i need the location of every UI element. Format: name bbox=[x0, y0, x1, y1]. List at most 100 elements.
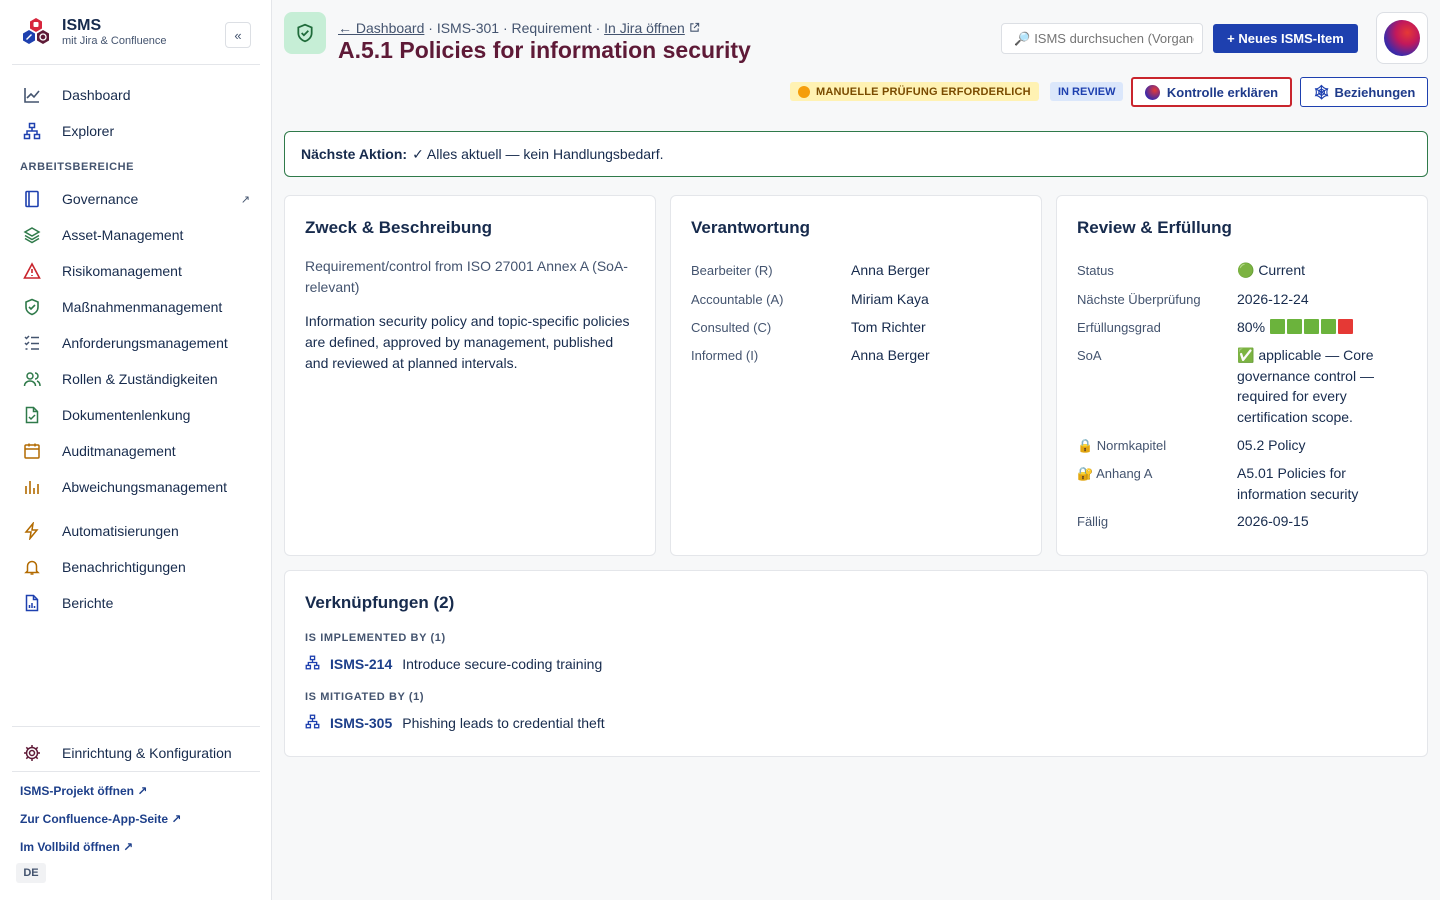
next-action-banner: Nächste Aktion: ✓ Alles aktuell — kein H… bbox=[284, 131, 1428, 177]
raci-label: Bearbeiter (R) bbox=[691, 263, 773, 278]
sidebar-item-dashboard[interactable]: Dashboard bbox=[12, 79, 260, 111]
isms-logo-icon bbox=[20, 16, 52, 48]
sidebar-item-label: Einrichtung & Konfiguration bbox=[62, 745, 232, 761]
link-item[interactable]: ISMS-214 Introduce secure-coding trainin… bbox=[305, 655, 602, 673]
manual-review-badge: MANUELLE PRÜFUNG ERFORDERLICH bbox=[790, 82, 1039, 101]
network-icon: 🕸 bbox=[1312, 83, 1331, 100]
soa-value: ✅ applicable — Core governance control —… bbox=[1237, 347, 1374, 425]
review-card: Review & Erfüllung Status 🟢 Current Näch… bbox=[1056, 195, 1428, 556]
annex-label: 🔐 Anhang A bbox=[1077, 466, 1153, 481]
open-in-jira-link[interactable]: In Jira öffnen bbox=[604, 20, 685, 36]
sidebar: ISMS mit Jira & Confluence « Dashboard E… bbox=[0, 0, 272, 900]
links-card: Verknüpfungen (2) IS IMPLEMENTED BY (1) … bbox=[284, 570, 1428, 757]
sidebar-item-reports[interactable]: Berichte bbox=[12, 587, 260, 619]
raci-value: Tom Richter bbox=[851, 319, 926, 335]
responsibility-card: Verantwortung Bearbeiter (R) Anna Berger… bbox=[670, 195, 1042, 556]
fulfilment-label: Erfüllungsgrad bbox=[1077, 320, 1161, 335]
calendar-icon bbox=[22, 441, 42, 461]
annex-value: A5.01 Policies for information security bbox=[1237, 465, 1359, 502]
shield-check-icon bbox=[22, 297, 42, 317]
card-title: Verantwortung bbox=[691, 218, 811, 237]
status-label: Status bbox=[1077, 263, 1114, 278]
raci-label: Accountable (A) bbox=[691, 292, 784, 307]
avatar[interactable] bbox=[1376, 12, 1428, 64]
sidebar-item-automation[interactable]: Automatisierungen bbox=[12, 515, 260, 547]
sidebar-item-label: Governance bbox=[62, 191, 139, 207]
chapter-value: 05.2 Policy bbox=[1237, 437, 1306, 453]
layers-icon bbox=[22, 225, 42, 245]
status-dot-icon bbox=[798, 85, 810, 98]
book-icon bbox=[22, 189, 42, 209]
confluence-app-link[interactable]: Zur Confluence-App-Seite ↗ bbox=[20, 812, 181, 826]
raci-label: Consulted (C) bbox=[691, 320, 772, 335]
fullscreen-link[interactable]: Im Vollbild öffnen ↗ bbox=[20, 840, 133, 854]
sidebar-item-label: Rollen & Zuständigkeiten bbox=[62, 371, 218, 387]
sidebar-item-setup[interactable]: Einrichtung & Konfiguration bbox=[12, 737, 260, 769]
sidebar-item-asset-management[interactable]: Asset-Management bbox=[12, 219, 260, 251]
purpose-card: Zweck & Beschreibung Requirement/control… bbox=[284, 195, 656, 556]
progress-square-filled bbox=[1287, 319, 1303, 334]
sidebar-item-governance[interactable]: Governance ↗ bbox=[12, 183, 260, 215]
sidebar-item-notifications[interactable]: Benachrichtigungen bbox=[12, 551, 260, 583]
sidebar-item-audit[interactable]: Auditmanagement bbox=[12, 435, 260, 467]
sidebar-item-label: Risikomanagement bbox=[62, 263, 182, 279]
relations-label: Beziehungen bbox=[1334, 84, 1416, 100]
sidebar-item-label: Anforderungsmanagement bbox=[62, 335, 228, 351]
issue-key-type: · ISMS-301 · Requirement · bbox=[424, 20, 605, 36]
sidebar-item-deviations[interactable]: Abweichungsmanagement bbox=[12, 471, 260, 503]
back-to-dashboard-link[interactable]: ← Dashboard bbox=[338, 20, 424, 36]
linked-issue-summary: Introduce secure-coding training bbox=[402, 656, 603, 672]
sidebar-item-label: Benachrichtigungen bbox=[62, 559, 186, 575]
raci-value: Anna Berger bbox=[851, 262, 930, 278]
status-badge: IN REVIEW bbox=[1050, 82, 1124, 101]
sidebar-item-requirements[interactable]: Anforderungsmanagement bbox=[12, 327, 260, 359]
sidebar-item-roles[interactable]: Rollen & Zuständigkeiten bbox=[12, 363, 260, 395]
open-isms-project-link[interactable]: ISMS-Projekt öffnen ↗ bbox=[20, 784, 147, 798]
sidebar-divider bbox=[12, 726, 260, 727]
search-input[interactable] bbox=[1034, 31, 1195, 46]
new-isms-item-button[interactable]: + Neues ISMS-Item bbox=[1213, 24, 1358, 53]
warning-icon bbox=[22, 261, 42, 281]
next-action-text: ✓ Alles aktuell — kein Handlungsbedarf. bbox=[412, 145, 664, 162]
breadcrumb: ← Dashboard · ISMS-301 · Requirement · I… bbox=[338, 20, 700, 36]
external-link-icon bbox=[689, 20, 700, 36]
relations-button[interactable]: 🕸 Beziehungen bbox=[1300, 77, 1428, 107]
progress-square-filled bbox=[1270, 319, 1286, 334]
sidebar-item-measures[interactable]: Maßnahmenmanagement bbox=[12, 291, 260, 323]
collapse-sidebar-button[interactable]: « bbox=[225, 22, 251, 48]
linked-issue-key[interactable]: ISMS-305 bbox=[330, 715, 392, 731]
explain-control-button[interactable]: Kontrolle erklären bbox=[1131, 77, 1292, 107]
sidebar-item-documents[interactable]: Dokumentenlenkung bbox=[12, 399, 260, 431]
next-review-label: Nächste Überprüfung bbox=[1077, 292, 1201, 307]
link-item[interactable]: ISMS-305 Phishing leads to credential th… bbox=[305, 714, 605, 732]
hierarchy-icon bbox=[305, 655, 320, 673]
sidebar-item-label: Auditmanagement bbox=[62, 443, 176, 459]
sidebar-item-explorer[interactable]: Explorer bbox=[12, 115, 260, 147]
sidebar-item-label: Dokumentenlenkung bbox=[62, 407, 191, 423]
section-label: ARBEITSBEREICHE bbox=[20, 161, 135, 173]
search-icon: 🔎 bbox=[1014, 30, 1031, 46]
linked-issue-summary: Phishing leads to credential theft bbox=[402, 715, 605, 731]
avatar-orb-icon bbox=[1384, 20, 1420, 56]
progress-square-filled bbox=[1321, 319, 1337, 334]
external-link-icon: ↗ bbox=[240, 193, 250, 206]
sidebar-item-risk-management[interactable]: Risikomanagement bbox=[12, 255, 260, 287]
next-review-value: 2026-12-24 bbox=[1237, 291, 1309, 307]
sidebar-item-label: Dashboard bbox=[62, 87, 131, 103]
search-box[interactable]: 🔎 bbox=[1001, 23, 1203, 54]
brand[interactable]: ISMS mit Jira & Confluence bbox=[20, 16, 167, 48]
chapter-label: 🔒 Normkapitel bbox=[1077, 438, 1167, 453]
sidebar-item-label: Berichte bbox=[62, 595, 114, 611]
line-chart-icon bbox=[22, 85, 42, 105]
sidebar-item-label: Abweichungsmanagement bbox=[62, 479, 227, 495]
ai-orb-icon bbox=[1144, 84, 1160, 100]
manual-review-label: MANUELLE PRÜFUNG ERFORDERLICH bbox=[816, 85, 1031, 98]
sidebar-divider bbox=[12, 64, 260, 65]
due-label: Fällig bbox=[1077, 514, 1109, 529]
language-switch[interactable]: DE bbox=[16, 863, 46, 883]
sidebar-item-label: Maßnahmenmanagement bbox=[62, 299, 223, 315]
explain-control-label: Kontrolle erklären bbox=[1166, 84, 1279, 100]
lightning-icon bbox=[22, 521, 42, 541]
linked-issue-key[interactable]: ISMS-214 bbox=[330, 656, 392, 672]
brand-subtitle: mit Jira & Confluence bbox=[62, 35, 167, 47]
